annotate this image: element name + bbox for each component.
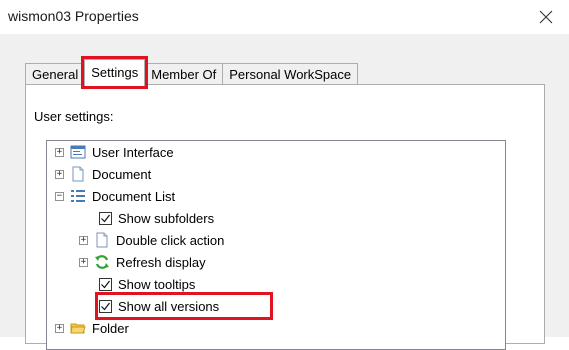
checkmark-icon: [101, 214, 110, 222]
tree-item-folder[interactable]: + Folder: [55, 317, 129, 339]
settings-tree[interactable]: + User Interface + Document − Document L…: [46, 140, 506, 350]
window-icon: [70, 145, 86, 159]
list-icon: [71, 190, 85, 202]
folder-icon: [70, 323, 86, 334]
tree-item-refresh-display[interactable]: + Refresh display: [79, 251, 206, 273]
document-icon: [72, 166, 84, 182]
tab-strip: General Settings Member Of Personal Work…: [25, 56, 359, 89]
title-bar: wismon03 Properties: [0, 0, 569, 34]
tree-item-label: User Interface: [92, 144, 174, 160]
tab-member-of[interactable]: Member Of: [144, 63, 224, 85]
tree-item-document-list[interactable]: − Document List: [55, 185, 175, 207]
collapse-icon[interactable]: −: [55, 191, 64, 201]
tree-item-double-click-action[interactable]: + Double click action: [79, 229, 224, 251]
tree-item-label: Show subfolders: [118, 210, 215, 226]
tree-item-label: Refresh display: [116, 254, 206, 270]
tree-item-label: Document: [92, 166, 152, 182]
dialog-body: General Settings Member Of Personal Work…: [0, 34, 569, 350]
tab-general[interactable]: General: [25, 63, 86, 85]
close-button[interactable]: [523, 0, 569, 34]
tree-item-label: Folder: [92, 320, 129, 336]
expand-icon[interactable]: +: [79, 257, 88, 267]
expand-icon[interactable]: +: [55, 147, 64, 157]
checkmark-icon: [101, 302, 110, 310]
close-icon: [539, 10, 553, 24]
document-icon: [96, 232, 108, 248]
tree-item-label: Double click action: [116, 232, 225, 248]
window-title: wismon03 Properties: [8, 8, 139, 24]
user-settings-label: User settings:: [34, 109, 114, 124]
settings-panel: User settings: + User Interface + Docume…: [25, 84, 545, 350]
expand-icon[interactable]: +: [55, 323, 64, 333]
show-subfolders-checkbox[interactable]: [99, 211, 112, 225]
tree-item-label: Show tooltips: [118, 276, 196, 292]
expand-icon[interactable]: +: [79, 235, 88, 245]
tab-settings[interactable]: Settings: [81, 56, 149, 89]
tree-item-show-all-versions[interactable]: Show all versions: [99, 295, 219, 317]
tree-item-show-tooltips[interactable]: Show tooltips: [99, 273, 195, 295]
tree-item-document[interactable]: + Document: [55, 163, 151, 185]
refresh-icon: [95, 255, 109, 269]
tree-item-label: Show all versions: [118, 298, 220, 314]
show-all-versions-checkbox[interactable]: [99, 299, 112, 313]
show-tooltips-checkbox[interactable]: [99, 277, 112, 291]
checkmark-icon: [101, 280, 110, 288]
expand-icon[interactable]: +: [55, 169, 64, 179]
tree-item-label: Document List: [92, 188, 176, 204]
tab-personal-workspace[interactable]: Personal WorkSpace: [222, 63, 359, 85]
tree-item-show-subfolders[interactable]: Show subfolders: [99, 207, 214, 229]
tree-item-user-interface[interactable]: + User Interface: [55, 141, 174, 163]
